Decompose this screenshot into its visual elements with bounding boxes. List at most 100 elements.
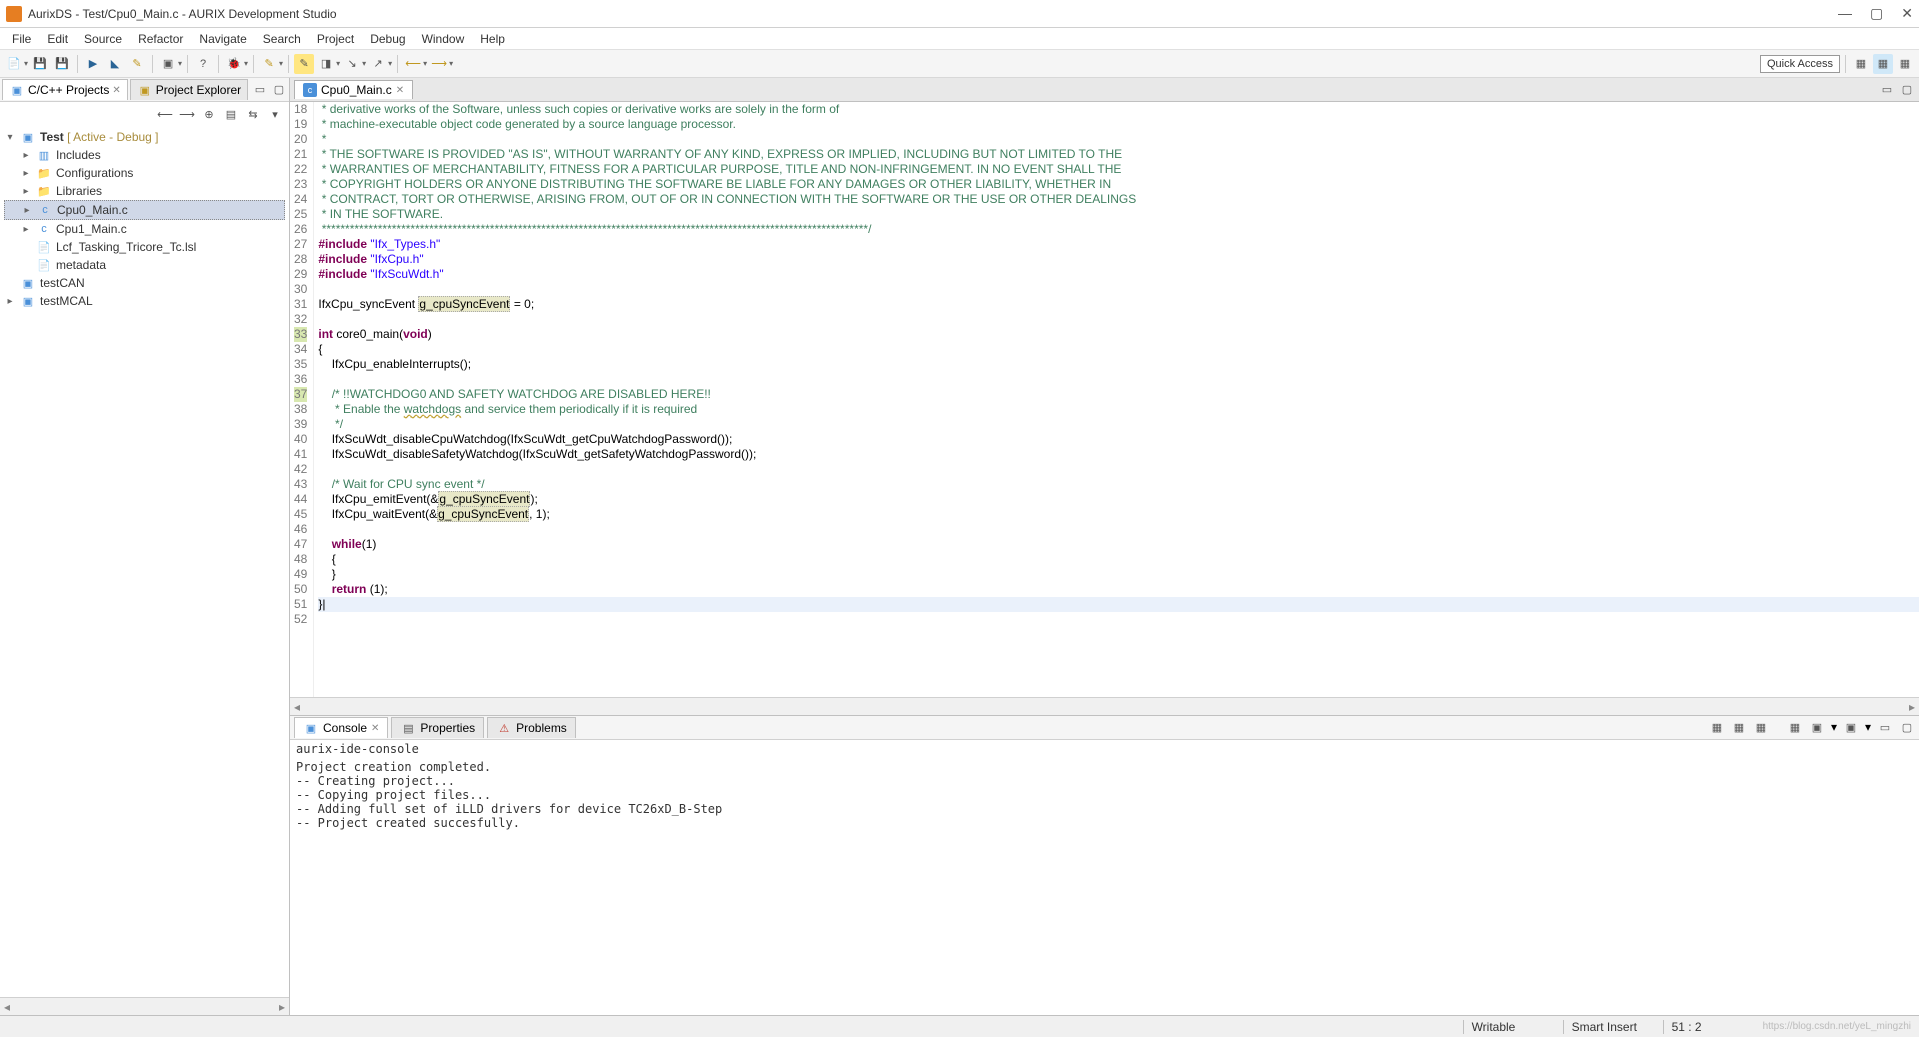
menu-navigate[interactable]: Navigate	[191, 30, 254, 48]
debug-icon[interactable]: 🐞	[224, 54, 244, 74]
menu-debug[interactable]: Debug	[362, 30, 413, 48]
view-menu-icon[interactable]: ▾	[267, 106, 283, 122]
help-icon[interactable]: ?	[193, 54, 213, 74]
tree-testcan[interactable]: ▣testCAN	[4, 274, 285, 292]
close-icon[interactable]: ✕	[371, 723, 379, 734]
toggle-mark-icon[interactable]: ✎	[294, 54, 314, 74]
left-hscroll[interactable]: ◂▸	[0, 997, 289, 1015]
menu-file[interactable]: File	[4, 30, 39, 48]
build-icon[interactable]: ◣	[105, 54, 125, 74]
collapse-icon[interactable]: ▤	[223, 106, 239, 122]
dropdown-arrow-icon[interactable]: ▾	[24, 59, 28, 68]
expand-icon[interactable]: ▾	[4, 132, 16, 143]
status-position: 51 : 2	[1663, 1020, 1743, 1034]
clear-console-icon[interactable]: ▦	[1709, 720, 1725, 736]
forward-icon[interactable]: ⟶	[429, 54, 449, 74]
highlight-icon[interactable]: ✎	[259, 54, 279, 74]
forward-icon[interactable]: ⟶	[179, 106, 195, 122]
separator	[288, 55, 289, 73]
tree-project-test[interactable]: ▾ ▣ Test [ Active - Debug ]	[4, 128, 285, 146]
tab-console[interactable]: ▣ Console ✕	[294, 717, 388, 738]
back-icon[interactable]: ⟵	[403, 54, 423, 74]
close-icon[interactable]: ✕	[112, 85, 120, 96]
save-icon[interactable]: 💾	[30, 54, 50, 74]
menu-window[interactable]: Window	[414, 30, 473, 48]
menu-edit[interactable]: Edit	[39, 30, 76, 48]
expand-icon[interactable]: ▸	[21, 205, 33, 216]
perspective-other-icon[interactable]: ▦	[1895, 54, 1915, 74]
maximize-view-icon[interactable]: ▢	[271, 82, 287, 98]
menu-project[interactable]: Project	[309, 30, 362, 48]
console-select-icon[interactable]: ▣	[1809, 720, 1825, 736]
link-icon[interactable]: ⊕	[201, 106, 217, 122]
editor-tab-cpu0[interactable]: c Cpu0_Main.c ✕	[294, 80, 413, 99]
tree-cpu0-main[interactable]: ▸cCpu0_Main.c	[4, 200, 285, 220]
dropdown-arrow-icon[interactable]: ▾	[244, 59, 248, 68]
code-area[interactable]: * derivative works of the Software, unle…	[314, 102, 1919, 697]
prev-annotation-icon[interactable]: ↗	[368, 54, 388, 74]
perspective-c-icon[interactable]: ▦	[1851, 54, 1871, 74]
close-button[interactable]: ✕	[1901, 5, 1913, 22]
next-annotation-icon[interactable]: ↘	[342, 54, 362, 74]
back-icon[interactable]: ⟵	[157, 106, 173, 122]
minimize-view-icon[interactable]: ▭	[1877, 720, 1893, 736]
tab-project-explorer[interactable]: ▣ Project Explorer	[130, 79, 248, 100]
tab-label: Problems	[516, 721, 567, 735]
minimize-button[interactable]: —	[1838, 5, 1852, 22]
scroll-right-icon[interactable]: ▸	[1909, 700, 1915, 714]
maximize-view-icon[interactable]: ▢	[1899, 720, 1915, 736]
block-select-icon[interactable]: ◨	[316, 54, 336, 74]
expand-icon[interactable]: ▸	[20, 186, 32, 197]
editor-body[interactable]: 1819202122232425262728293031323334353637…	[290, 102, 1919, 697]
tree-includes[interactable]: ▸▥Includes	[4, 146, 285, 164]
editor-hscroll[interactable]: ◂▸	[290, 697, 1919, 715]
dropdown-arrow-icon[interactable]: ▾	[449, 59, 453, 68]
pin-console-icon[interactable]: ▦	[1753, 720, 1769, 736]
new-console-icon[interactable]: ▣	[1843, 720, 1859, 736]
dropdown-arrow-icon[interactable]: ▾	[178, 59, 182, 68]
perspective-debug-icon[interactable]: ▦	[1873, 54, 1893, 74]
dropdown-arrow-icon[interactable]: ▾	[1831, 720, 1837, 736]
display-icon[interactable]: ▦	[1787, 720, 1803, 736]
tab-properties[interactable]: ▤ Properties	[391, 717, 484, 738]
menu-search[interactable]: Search	[255, 30, 309, 48]
tab-c-projects[interactable]: ▣ C/C++ Projects ✕	[2, 79, 128, 100]
save-all-icon[interactable]: 💾	[52, 54, 72, 74]
terminal-icon[interactable]: ▣	[158, 54, 178, 74]
dropdown-arrow-icon[interactable]: ▾	[279, 59, 283, 68]
console-body[interactable]: Project creation completed. -- Creating …	[290, 758, 1919, 1015]
scroll-left-icon[interactable]: ◂	[294, 700, 300, 714]
dropdown-arrow-icon[interactable]: ▾	[1865, 720, 1871, 736]
expand-icon[interactable]: ▸	[20, 150, 32, 161]
tree-lcf[interactable]: 📄Lcf_Tasking_Tricore_Tc.lsl	[4, 238, 285, 256]
tree-metadata[interactable]: 📄metadata	[4, 256, 285, 274]
scroll-lock-icon[interactable]: ▦	[1731, 720, 1747, 736]
expand-icon[interactable]: ▸	[4, 296, 16, 307]
wrench-icon[interactable]: ▶	[83, 54, 103, 74]
quick-access-button[interactable]: Quick Access	[1760, 55, 1840, 73]
maximize-editor-icon[interactable]: ▢	[1899, 82, 1915, 98]
minimize-editor-icon[interactable]: ▭	[1879, 82, 1895, 98]
menu-help[interactable]: Help	[472, 30, 513, 48]
dropdown-arrow-icon[interactable]: ▾	[388, 59, 392, 68]
minimize-view-icon[interactable]: ▭	[252, 82, 268, 98]
link-editor-icon[interactable]: ⇆	[245, 106, 261, 122]
expand-icon[interactable]: ▸	[20, 168, 32, 179]
menu-source[interactable]: Source	[76, 30, 130, 48]
dropdown-arrow-icon[interactable]: ▾	[336, 59, 340, 68]
new-icon[interactable]: 📄	[4, 54, 24, 74]
maximize-button[interactable]: ▢	[1870, 5, 1883, 22]
tree-configurations[interactable]: ▸📁Configurations	[4, 164, 285, 182]
close-icon[interactable]: ✕	[396, 85, 404, 96]
pencil-icon[interactable]: ✎	[127, 54, 147, 74]
dropdown-arrow-icon[interactable]: ▾	[362, 59, 366, 68]
tree-testmcal[interactable]: ▸▣testMCAL	[4, 292, 285, 310]
scroll-right-icon[interactable]: ▸	[279, 1000, 285, 1014]
scroll-left-icon[interactable]: ◂	[4, 1000, 10, 1014]
dropdown-arrow-icon[interactable]: ▾	[423, 59, 427, 68]
tree-libraries[interactable]: ▸📁Libraries	[4, 182, 285, 200]
expand-icon[interactable]: ▸	[20, 224, 32, 235]
tree-cpu1-main[interactable]: ▸cCpu1_Main.c	[4, 220, 285, 238]
tab-problems[interactable]: ⚠ Problems	[487, 717, 576, 738]
menu-refactor[interactable]: Refactor	[130, 30, 191, 48]
